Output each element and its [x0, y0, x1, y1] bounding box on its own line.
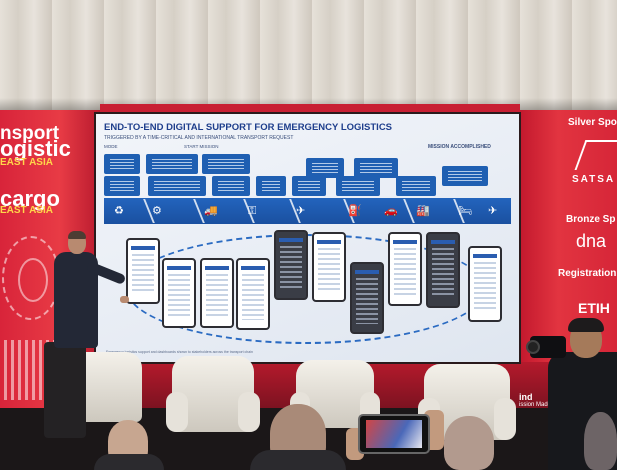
callout-box: [442, 166, 488, 186]
callout-box: [202, 154, 250, 174]
callout-box: [104, 154, 140, 174]
network-globe-icon: [2, 236, 60, 320]
curtain-wall: [0, 0, 617, 112]
slide-subtitle: TRIGGERED BY A TIME-CRITICAL AND INTERNA…: [104, 135, 294, 141]
conference-stage-photo: nsport ogistic EAST ASIA cargo EAST ASIA…: [0, 0, 617, 470]
sponsor-tier-label: Silver Spo: [568, 117, 617, 128]
slide-label: START MISSION: [184, 144, 219, 149]
truck-icon: 🚚: [204, 205, 218, 217]
callout-box: [104, 176, 140, 196]
phone-mockup: [468, 246, 502, 322]
audience-head: [444, 416, 494, 470]
sponsor-tier-label: Bronze Sp: [566, 214, 616, 225]
slide-label: MISSION ACCOMPLISHED: [428, 144, 491, 150]
sponsor-name: SATSA: [572, 174, 616, 185]
audience-head: [584, 412, 617, 470]
factory-icon: 🏭: [416, 205, 430, 217]
sponsor-name: ind: [519, 392, 533, 402]
phone-mockup: [388, 232, 422, 306]
callout-box: [212, 176, 250, 196]
phone-mockup: [236, 258, 270, 330]
event-logo-region: EAST ASIA: [0, 157, 53, 168]
callout-box: [292, 176, 326, 196]
gear-icon: ⚙: [152, 205, 162, 217]
callout-box: [148, 176, 206, 196]
phone-mockup: [274, 230, 308, 300]
presentation-slide: END-TO-END DIGITAL SUPPORT FOR EMERGENCY…: [96, 114, 519, 362]
callout-box: [354, 158, 398, 178]
fuel-icon: ⛽: [348, 205, 362, 217]
callout-box: [146, 154, 198, 174]
bed-icon: 🛏: [458, 205, 472, 217]
airplane-icon: ✈: [296, 205, 306, 217]
airplane-icon: ✈: [488, 205, 498, 217]
sponsor-tier-label: Registration: [558, 268, 617, 279]
event-logo-region: EAST ASIA: [0, 205, 53, 216]
slide-label: MODE: [104, 144, 118, 149]
phone-mockup: [126, 238, 160, 304]
slide-title: END-TO-END DIGITAL SUPPORT FOR EMERGENCY…: [104, 122, 393, 133]
callout-box: [306, 158, 344, 178]
callout-box: [396, 176, 436, 196]
key-icon: ⚿: [248, 205, 257, 217]
phone-mockup: [350, 262, 384, 334]
recycle-icon: ♻: [114, 205, 124, 217]
callout-box: [336, 176, 380, 196]
callout-box: [256, 176, 286, 196]
car-icon: 🚗: [384, 205, 398, 217]
phone-mockup: [162, 258, 196, 328]
speaker-legs: [44, 342, 86, 438]
phone-mockup: [426, 232, 460, 308]
sponsor-name: ETIH: [578, 300, 610, 316]
sponsor-name: dna: [576, 231, 607, 251]
phone-mockup: [200, 258, 234, 328]
phone-mockup: [312, 232, 346, 302]
